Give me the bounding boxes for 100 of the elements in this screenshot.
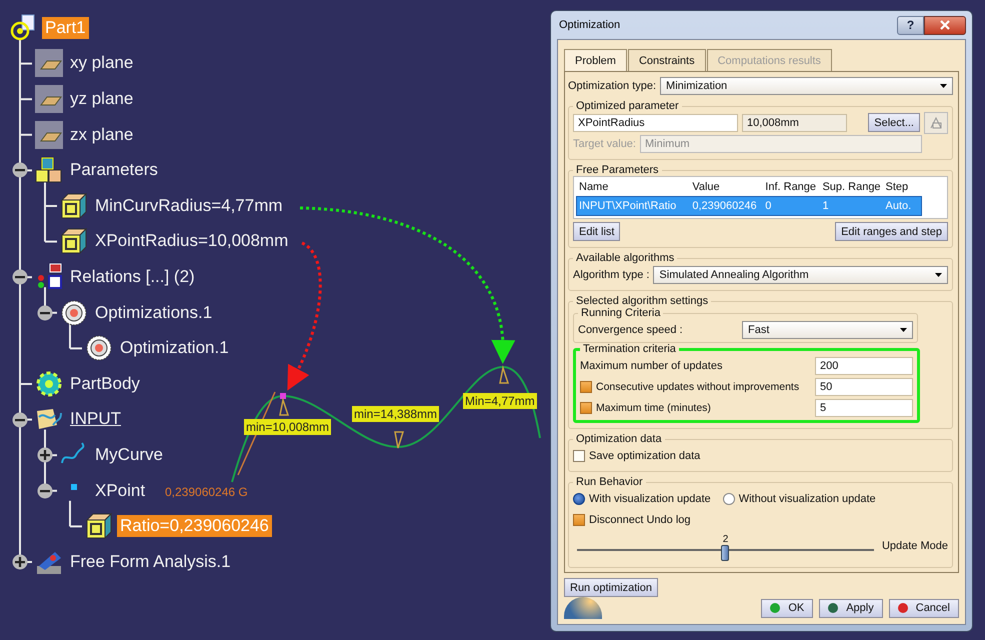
point-marker xyxy=(280,393,286,399)
checkbox[interactable] xyxy=(573,514,585,526)
close-button[interactable] xyxy=(924,16,966,34)
expand-toggle[interactable] xyxy=(12,269,28,286)
column-header[interactable]: Step xyxy=(886,181,922,193)
tree-item[interactable]: yz plane xyxy=(67,88,136,110)
table-cell-text: 0 xyxy=(765,200,772,212)
convergence-dropdown[interactable]: Fast xyxy=(742,320,913,338)
group-title: Run Behavior xyxy=(575,476,644,488)
plane-icon xyxy=(35,84,63,113)
group-title: Free Parameters xyxy=(575,164,660,176)
edit-button[interactable]: Edit list xyxy=(573,222,620,241)
help-button[interactable]: ? xyxy=(897,16,924,34)
edit-button[interactable]: Edit ranges and step xyxy=(835,222,948,241)
field-label: Target value: xyxy=(573,138,636,150)
tree-item[interactable]: Free Form Analysis.1 xyxy=(67,550,234,573)
number-field[interactable]: 50 xyxy=(815,378,913,396)
column-header[interactable]: Inf. Range xyxy=(765,181,822,193)
group-title: Available algorithms xyxy=(575,252,676,264)
table-cell-text: 1 xyxy=(822,200,830,212)
checkbox-label: Consecutive updates without improvements xyxy=(596,380,800,392)
group-title: Termination criteria xyxy=(582,343,677,355)
column-header[interactable]: Name xyxy=(577,181,692,193)
tree-item[interactable]: MinCurvRadius=4,77mm xyxy=(92,194,286,217)
tree-item[interactable]: XPoint xyxy=(92,480,148,502)
parameter-icon xyxy=(85,512,113,540)
column-header[interactable]: Sup. Range xyxy=(822,181,886,193)
target-icon xyxy=(85,334,113,362)
triangle-marker xyxy=(279,397,290,416)
checkbox-label: Disconnect Undo log xyxy=(589,514,691,526)
tree-item[interactable]: MyCurve xyxy=(92,444,166,466)
point-icon xyxy=(71,484,77,490)
checkbox[interactable] xyxy=(580,380,592,392)
dialog-button[interactable]: Cancel xyxy=(888,598,959,618)
select-button[interactable]: Select... xyxy=(868,113,920,132)
expand-toggle[interactable] xyxy=(12,412,28,428)
tree-item[interactable]: PartBody xyxy=(67,372,143,395)
tree-item[interactable]: Optimization.1 xyxy=(117,337,232,360)
field-label: Convergence speed : xyxy=(578,324,684,336)
caret-icon xyxy=(935,272,942,276)
slider-value: 2 xyxy=(722,535,728,545)
number-field[interactable]: 200 xyxy=(815,356,913,374)
group-title: Selected algorithm settings xyxy=(575,295,710,307)
optimization-type-dropdown[interactable]: Minimization xyxy=(660,76,953,94)
parameter-icon xyxy=(60,192,88,220)
caret-icon xyxy=(940,84,947,88)
expand-toggle[interactable] xyxy=(12,162,28,178)
triangle-marker xyxy=(499,365,510,384)
column-header[interactable]: Value xyxy=(692,181,766,193)
parameter-icon xyxy=(60,227,88,256)
caret-icon xyxy=(900,328,907,332)
window-title: Optimization xyxy=(558,19,622,31)
group-title: Optimized parameter xyxy=(575,100,680,112)
expand-toggle[interactable] xyxy=(37,482,53,499)
expand-toggle[interactable] xyxy=(37,304,53,321)
field-label: Optimization type: xyxy=(568,80,656,92)
radio-button[interactable] xyxy=(573,492,585,504)
expand-toggle[interactable] xyxy=(12,554,28,570)
algorithm-dropdown[interactable]: Simulated Annealing Algorithm xyxy=(653,266,948,284)
tab[interactable]: Constraints xyxy=(628,49,706,71)
logo-graphic xyxy=(564,597,602,619)
tab[interactable]: Problem xyxy=(564,49,627,71)
checkbox[interactable] xyxy=(573,450,585,462)
formula-icon xyxy=(928,114,944,130)
checkbox[interactable] xyxy=(580,402,592,414)
table-cell-text: 0,239060246 xyxy=(692,200,758,212)
parameters-icon xyxy=(35,156,63,184)
relations-icon xyxy=(35,262,63,291)
dialog-button[interactable]: Apply xyxy=(819,598,883,618)
radio-button[interactable] xyxy=(722,492,735,504)
dimension-label: Min=4,77mm xyxy=(463,393,537,409)
group-title: Optimization data xyxy=(575,433,663,445)
tree-item[interactable]: Optimizations.1 xyxy=(92,302,216,324)
group-title: Running Criteria xyxy=(580,307,662,319)
field-label: Maximum number of updates xyxy=(580,360,724,372)
dimension-label: min=10,008mm xyxy=(244,419,332,435)
tree-item[interactable]: zx plane xyxy=(67,124,136,146)
parameter-name-field[interactable]: XPointRadius xyxy=(573,114,738,132)
plane-icon xyxy=(35,49,63,78)
table-cell-text: Auto. xyxy=(886,200,912,212)
gear-icon xyxy=(35,370,63,398)
target-icon xyxy=(60,298,88,327)
checkbox-label: Maximum time (minutes) xyxy=(596,402,712,414)
field-label: Algorithm type : xyxy=(573,268,650,280)
slider-thumb[interactable] xyxy=(721,545,730,561)
tree-item[interactable]: Parameters xyxy=(67,159,161,182)
radio-label: Without visualization update xyxy=(738,492,876,504)
dimension-label: min=14,388mm xyxy=(352,406,440,422)
table-cell-text: INPUT\XPoint\Ratio xyxy=(578,200,678,212)
tree-item[interactable]: XPointRadius=10,008mm xyxy=(92,230,292,252)
triangle-marker xyxy=(394,431,404,449)
tree-item[interactable]: xy plane xyxy=(67,52,136,74)
number-field[interactable]: 5 xyxy=(815,398,913,416)
parameter-value-field: 10,008mm xyxy=(742,114,847,132)
tree-item[interactable]: INPUT xyxy=(67,408,124,430)
dialog-button[interactable]: OK xyxy=(761,598,814,618)
run-button[interactable]: Run optimization xyxy=(564,578,658,597)
tree-item[interactable]: Relations [...] (2) xyxy=(67,266,198,288)
checkbox-label: Save optimization data xyxy=(589,450,700,462)
expand-toggle[interactable] xyxy=(37,447,53,464)
